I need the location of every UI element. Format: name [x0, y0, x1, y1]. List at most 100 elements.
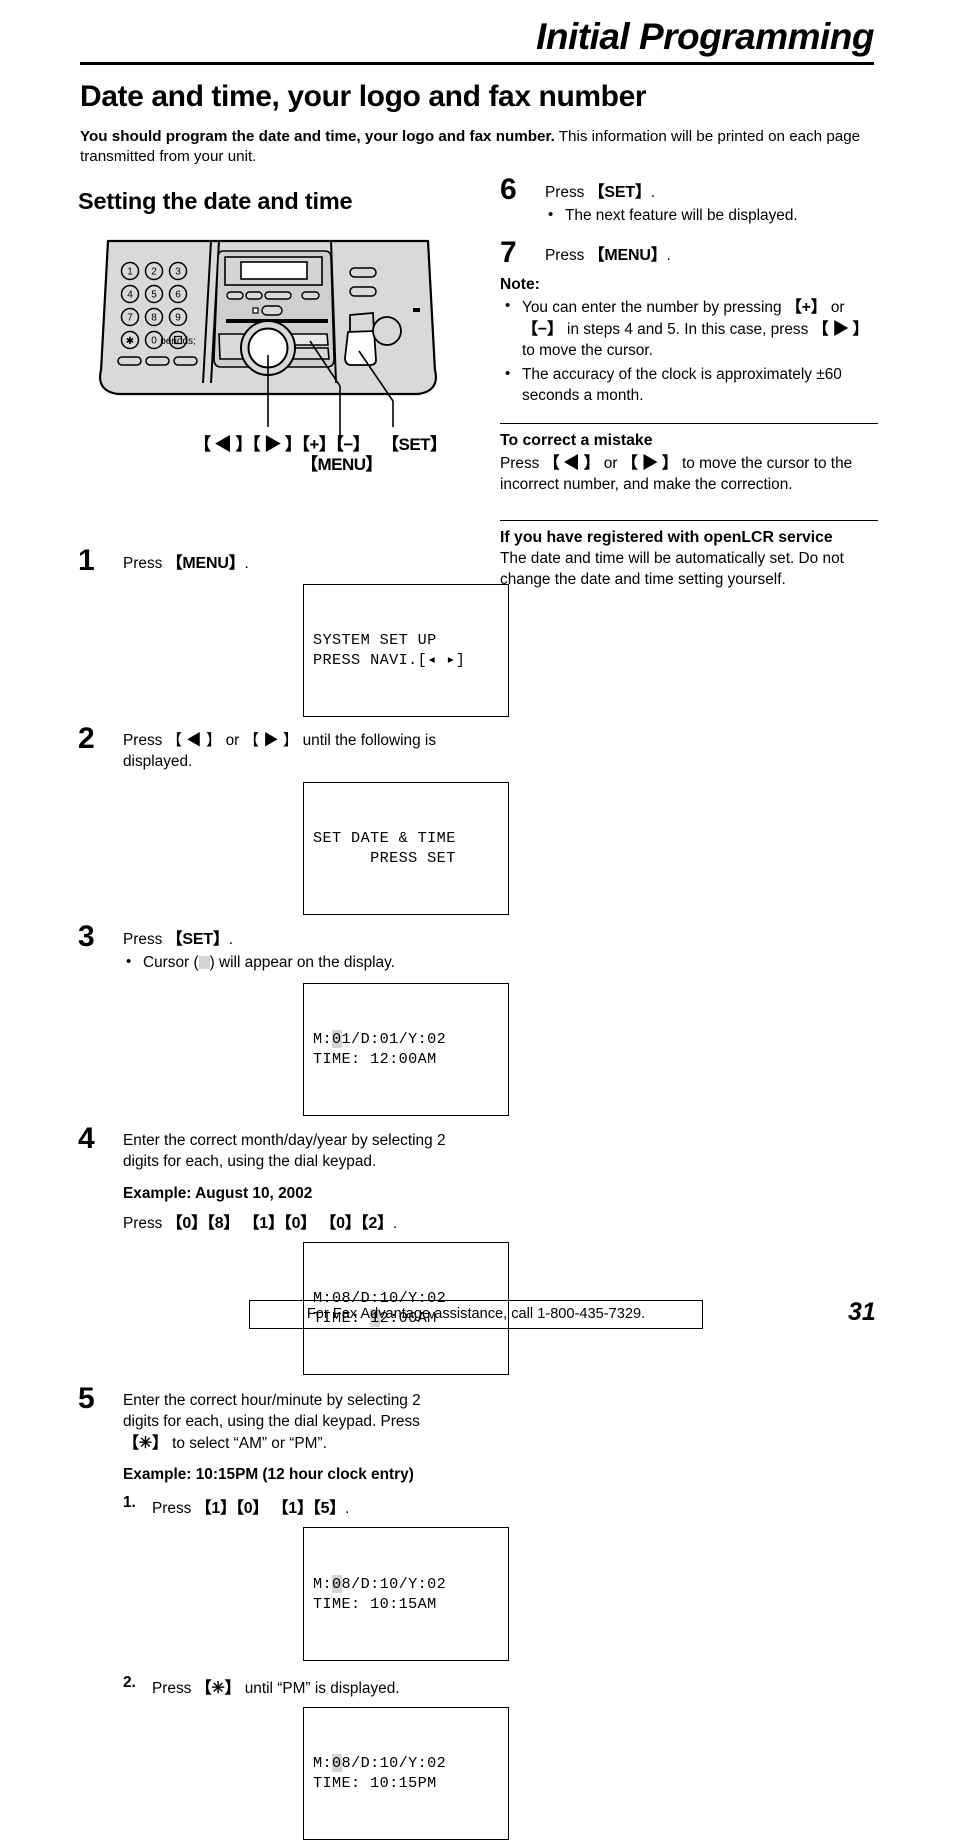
step-text-after: .: [667, 247, 671, 264]
step-6: 6 Press 【SET】. The next feature will be …: [500, 182, 878, 227]
lcd-line-2: TIME: 10:15PM: [313, 1773, 499, 1793]
step-number: 4: [78, 1124, 95, 1154]
lcd-line-1: M:08/D:10/Y:02: [313, 1753, 499, 1773]
step-text: Press 【 ◀ 】 or 【 ▶ 】 until the following…: [123, 731, 458, 773]
fax-machine-figure: 123 456 789 ✱0periods;: [78, 231, 458, 531]
openlcr-section: If you have registered with openLCR serv…: [500, 520, 878, 591]
svg-text:1: 1: [127, 267, 133, 278]
svg-text:3: 3: [175, 267, 181, 278]
step-text: Press 【MENU】.: [123, 553, 458, 575]
press-post: .: [393, 1215, 397, 1232]
right-column: 6 Press 【SET】. The next feature will be …: [500, 182, 878, 591]
svg-text:0: 0: [151, 336, 157, 347]
cursor-block-icon: [199, 956, 210, 969]
correct-text-b: or: [600, 455, 622, 472]
step-text: Press 【SET】.: [123, 929, 458, 951]
svg-text:periods;: periods;: [160, 336, 196, 347]
sub-step-1: 1. Press 【1】【0】 【1】【5】.: [123, 1494, 458, 1518]
footer-notice-box: For Fax Advantage assistance, call 1-800…: [249, 1300, 703, 1329]
sub-step-2: 2. Press 【✳】 until “PM” is displayed.: [123, 1674, 458, 1698]
lcd-line-2: TIME: 12:00AM: [313, 1049, 499, 1069]
lcd-post: 8/D:10/Y:02: [342, 1754, 447, 1772]
svg-text:2: 2: [151, 267, 157, 278]
lcd-cursor-digit: 0: [332, 1575, 342, 1593]
key-right-arrow: 【 ▶ 】: [813, 321, 869, 338]
lcd-display-step1: SYSTEM SET UP PRESS NAVI.[◂ ▸]: [303, 584, 509, 717]
lcd-line-1: M:08/D:10/Y:02: [313, 1574, 499, 1594]
example-heading: Example: August 10, 2002: [123, 1185, 458, 1203]
example-heading: Example: 10:15PM (12 hour clock entry): [123, 1466, 458, 1484]
note-bullet-2: The accuracy of the clock is approximate…: [500, 365, 878, 407]
header-title: Initial Programming: [80, 18, 874, 57]
key-set: 【SET】: [167, 931, 229, 948]
key-menu: 【MENU】: [589, 247, 667, 264]
step-2: 2 Press 【 ◀ 】 or 【 ▶ 】 until the followi…: [78, 731, 458, 915]
step-text-a: Enter the correct hour/minute by selecti…: [123, 1392, 421, 1430]
press-instruction: Press 【0】【8】 【1】【0】 【0】【2】.: [123, 1209, 458, 1233]
key-right-arrow: 【 ▶ 】: [622, 455, 678, 472]
svg-text:4: 4: [127, 290, 133, 301]
key-minus: 【−】: [522, 321, 563, 338]
lcd-pre: M:: [313, 1754, 332, 1772]
left-column: Setting the date and time 1 2 3 4 5 6 7 …: [78, 188, 458, 1840]
sub-step-pre: Press: [152, 1500, 196, 1517]
intro-paragraph: You should program the date and time, yo…: [80, 127, 874, 167]
openlcr-heading: If you have registered with openLCR serv…: [500, 528, 878, 549]
lcd-line-2: TIME: 10:15AM: [313, 1594, 499, 1614]
step-text-b: to select “AM” or “PM”.: [168, 1435, 327, 1452]
note-text-d: to move the cursor.: [522, 342, 653, 359]
callout-menu-key: 【MENU】: [301, 450, 382, 475]
step-text-before: Press: [123, 931, 167, 948]
svg-text:5: 5: [151, 290, 157, 301]
correct-text-a: Press: [500, 455, 544, 472]
header-divider: [80, 62, 874, 65]
step-6-bullet: The next feature will be displayed.: [545, 206, 878, 227]
note-text-a: You can enter the number by pressing: [522, 299, 786, 316]
sub-step-number: 1.: [123, 1494, 136, 1512]
lcd-cursor-digit: 0: [332, 1030, 342, 1048]
key-plus: 【+】: [786, 299, 827, 316]
step-number: 3: [78, 922, 95, 952]
key-star: 【✳】: [196, 1680, 241, 1697]
note-text-c: in steps 4 and 5. In this case, press: [563, 321, 813, 338]
lcd-display-step5-1: M:08/D:10/Y:02 TIME: 10:15AM: [303, 1527, 509, 1660]
svg-text:6: 6: [175, 290, 181, 301]
correct-mistake-body: Press 【 ◀ 】 or 【 ▶ 】 to move the cursor …: [500, 453, 878, 496]
sub-step-number: 2.: [123, 1674, 136, 1692]
lcd-line-2: PRESS NAVI.[◂ ▸]: [313, 650, 499, 670]
lcd-line-1: M:01/D:01/Y:02: [313, 1029, 499, 1049]
page-title: Date and time, your logo and fax number: [80, 80, 646, 114]
step-4: 4 Enter the correct month/day/year by se…: [78, 1131, 458, 1375]
sub-step-post: .: [345, 1500, 349, 1517]
lcd-display-step2: SET DATE & TIME PRESS SET: [303, 782, 509, 915]
step-number: 1: [78, 546, 95, 576]
step-1: 1 Press 【MENU】. SYSTEM SET UP PRESS NAVI.…: [78, 553, 458, 717]
step-7: 7 Press 【MENU】.: [500, 245, 878, 267]
page-number: 31: [848, 1298, 876, 1327]
intro-bold-lead: You should program the date and time, yo…: [80, 128, 555, 145]
key-star: 【✳】: [123, 1435, 168, 1452]
lcd-line-1: SYSTEM SET UP: [313, 630, 499, 650]
step-text: Press 【SET】.: [545, 182, 878, 204]
step-number: 7: [500, 238, 517, 268]
key-sequence: 【0】【8】 【1】【0】 【0】【2】: [167, 1215, 393, 1232]
note-bullet-1: You can enter the number by pressing 【+】…: [500, 297, 878, 361]
page-header: Initial Programming: [80, 18, 874, 65]
key-sequence: 【1】【0】 【1】【5】: [196, 1500, 345, 1517]
press-pre: Press: [123, 1215, 167, 1232]
step-text-before: Press: [545, 184, 589, 201]
step-text: Enter the correct hour/minute by selecti…: [123, 1391, 458, 1454]
step-number: 5: [78, 1384, 95, 1414]
lcd-display-step3: M:01/D:01/Y:02 TIME: 12:00AM: [303, 983, 509, 1116]
fax-machine-diagram: 123 456 789 ✱ 0periods;: [78, 231, 458, 531]
svg-text:8: 8: [151, 313, 157, 324]
sub-step-pre: Press: [152, 1680, 196, 1697]
step-3-bullet: Cursor () will appear on the display.: [123, 953, 458, 974]
callout-set-key: 【SET】: [382, 430, 447, 455]
step-text-after: .: [651, 184, 655, 201]
step-number: 6: [500, 175, 517, 205]
svg-text:✱: ✱: [126, 336, 134, 347]
step-3: 3 Press 【SET】. Cursor () will appear on …: [78, 929, 458, 1116]
bullet-text-pre: Cursor (: [143, 954, 199, 971]
sub-step-post: until “PM” is displayed.: [240, 1680, 399, 1697]
